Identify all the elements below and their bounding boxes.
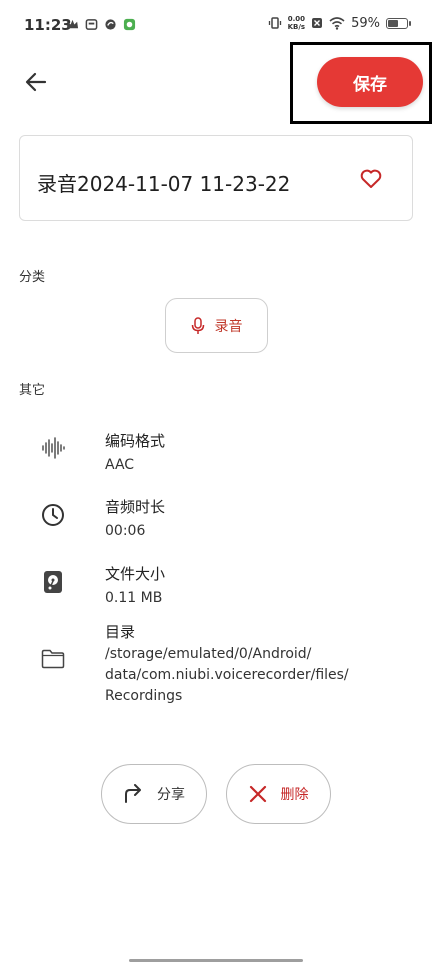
net-speed-value: 0.00 bbox=[287, 15, 305, 23]
duration-value: 00:06 bbox=[105, 523, 146, 539]
arrow-left-icon bbox=[25, 72, 47, 92]
net-speed: 0.00 KB/s bbox=[288, 15, 305, 31]
battery-icon bbox=[386, 17, 411, 29]
share-arrow-icon bbox=[125, 784, 141, 803]
directory-value: /storage/emulated/0/Android/ data/com.ni… bbox=[105, 646, 349, 704]
sync-icon bbox=[105, 19, 116, 30]
share-label: 分享 bbox=[157, 787, 185, 803]
box-icon bbox=[85, 19, 98, 30]
category-chip-recording[interactable]: 录音 bbox=[165, 298, 268, 353]
recording-title[interactable]: 录音2024-11-07 11-23-22 bbox=[37, 168, 290, 197]
share-button[interactable]: 分享 bbox=[101, 764, 207, 824]
net-speed-unit: KB/s bbox=[287, 23, 306, 31]
clock-icon bbox=[40, 502, 66, 528]
delete-label: 删除 bbox=[280, 787, 309, 803]
size-value: 0.11 MB bbox=[105, 590, 163, 606]
home-indicator[interactable] bbox=[129, 959, 303, 962]
crown-icon bbox=[66, 19, 79, 29]
wifi-icon bbox=[329, 16, 345, 30]
back-button[interactable] bbox=[18, 64, 54, 100]
status-time: 11:23 bbox=[24, 16, 72, 34]
waveform-icon bbox=[40, 435, 66, 461]
category-chip-label: 录音 bbox=[214, 318, 243, 335]
battery-fill bbox=[388, 19, 399, 27]
directory-label: 目录 bbox=[105, 623, 136, 641]
heart-outline-icon bbox=[360, 169, 382, 188]
delete-button[interactable]: 删除 bbox=[226, 764, 331, 824]
codec-value: AAC bbox=[105, 457, 135, 473]
duration-label: 音频时长 bbox=[105, 498, 166, 516]
size-label: 文件大小 bbox=[105, 565, 166, 583]
no-sim-icon bbox=[312, 18, 323, 28]
codec-label: 编码格式 bbox=[105, 432, 166, 450]
microphone-icon bbox=[191, 316, 204, 334]
recording-title-card[interactable]: 录音2024-11-07 11-23-22 bbox=[19, 135, 413, 221]
close-icon bbox=[249, 785, 266, 803]
battery-percent: 59% bbox=[351, 15, 380, 31]
other-section-label: 其它 bbox=[19, 383, 46, 398]
notification-icons bbox=[66, 18, 136, 31]
status-right: 0.00 KB/s 59% bbox=[268, 15, 411, 31]
folder-icon bbox=[40, 646, 66, 672]
save-button[interactable]: 保存 bbox=[317, 57, 423, 107]
favorite-button[interactable] bbox=[358, 166, 384, 192]
category-section-label: 分类 bbox=[19, 270, 46, 285]
app-notification-icon bbox=[123, 18, 136, 31]
disk-icon bbox=[40, 569, 66, 595]
vibrate-icon bbox=[268, 17, 281, 29]
